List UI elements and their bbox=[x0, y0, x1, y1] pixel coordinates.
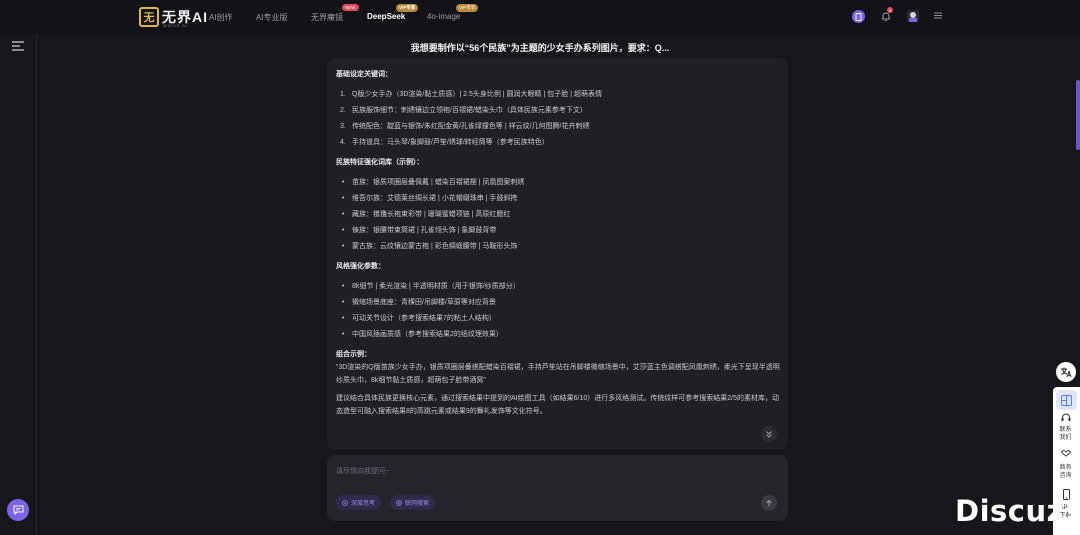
top-bar: 无 无界AI WUJIE AI AI创作 AI专业版 无界魔镜 NEW Deep… bbox=[0, 0, 1080, 34]
atom-icon bbox=[342, 499, 348, 506]
chat-title: 我想要制作以“56个民族”为主题的少女手办系列图片，要求：Q... bbox=[410, 43, 670, 53]
list-item: 3. 传统配色：靛蓝与银饰/朱红配金黄/孔雀绿撞色等 | 祥云纹/几何图腾/花卉刺… bbox=[340, 123, 590, 130]
chip-label: 联网搜索 bbox=[405, 501, 430, 507]
nav-label: 4o-image bbox=[427, 12, 461, 21]
sidebar-toggle-icon[interactable] bbox=[12, 41, 24, 51]
translate-button[interactable] bbox=[1056, 362, 1076, 382]
vip-badge: VIP专享 bbox=[456, 4, 479, 12]
watermark: Discuz! bbox=[955, 494, 1078, 528]
chevron-double-down-icon bbox=[766, 431, 772, 438]
send-button[interactable] bbox=[761, 495, 777, 511]
handshake-icon[interactable] bbox=[1061, 448, 1071, 458]
nav-item-deepseek[interactable]: DeepSeek VIP专享 bbox=[367, 4, 419, 21]
section-heading-keywords: 基础设定关键词： bbox=[336, 71, 392, 78]
translate-icon bbox=[1061, 367, 1072, 378]
nav-label: 无界魔镜 bbox=[311, 13, 343, 22]
closing-paragraph: 建议结合具体民族更换核心元素，通过搜索结果中提到的AI绘图工具（如结果6/10）… bbox=[336, 395, 779, 415]
list-item: 可动关节设计（参考搜索结果7的粘土人结构） bbox=[336, 314, 781, 324]
nav-label: AI创作 bbox=[209, 13, 233, 22]
notification-count: 0 bbox=[887, 7, 893, 13]
arrow-up-icon bbox=[766, 499, 772, 506]
list-item: 2. 民族服饰细节：刺绣镶边立领袍/百褶裙/蜡染头巾（具体民族元素参考下文） bbox=[340, 107, 587, 114]
nav-label: DeepSeek bbox=[367, 12, 406, 21]
nav-label: AI专业版 bbox=[256, 13, 288, 22]
nav-item-magic-mirror[interactable]: 无界魔镜 NEW bbox=[311, 4, 359, 23]
answer-card: 基础设定关键词： 1. Q版少女手办（3D渲染/黏土质感）| 2.5头身比例 | … bbox=[327, 58, 788, 450]
answer-content: 基础设定关键词： 1. Q版少女手办（3D渲染/黏土质感）| 2.5头身比例 | … bbox=[336, 70, 781, 418]
globe-icon bbox=[396, 499, 402, 506]
list-item: 维吾尔族：艾德莱丝绸长裙 | 小花帽缀珠串 | 手鼓斜挎 bbox=[336, 194, 781, 204]
scroll-down-button[interactable] bbox=[761, 426, 777, 442]
logo-mark-icon: 无 bbox=[139, 7, 159, 27]
chat-history-button[interactable] bbox=[7, 499, 29, 521]
avatar[interactable] bbox=[907, 10, 919, 22]
list-item: 1. Q版少女手办（3D渲染/黏土质感）| 2.5头身比例 | 圆润大眼睛 | 包… bbox=[340, 91, 602, 98]
list-item: 蒙古族：云纹镶边蒙古袍 | 彩色绸缎腰带 | 马鞍形头饰 bbox=[336, 242, 781, 252]
web-search-toggle[interactable]: 联网搜索 bbox=[390, 495, 436, 510]
nav-item-ai-create[interactable]: AI创作 bbox=[209, 12, 233, 23]
list-item: 傣族：银腰带束筒裙 | 孔雀翎头饰 | 象脚鼓背带 bbox=[336, 226, 781, 236]
chip-label: 深度思考 bbox=[351, 501, 376, 507]
sidebar-divider bbox=[36, 34, 37, 535]
layout-button[interactable] bbox=[1056, 390, 1077, 410]
list-item: 苗族：银质项圈层叠佩戴 | 蜡染百褶裙摆 | 凤凰图案刺绣 bbox=[336, 178, 781, 188]
scrollbar-thumb[interactable] bbox=[1076, 80, 1080, 150]
ethnic-list: 苗族：银质项圈层叠佩戴 | 蜡染百褶裙摆 | 凤凰图案刺绣 维吾尔族：艾德莱丝绸… bbox=[336, 178, 781, 252]
logo[interactable]: 无 无界AI WUJIE AI bbox=[139, 6, 208, 28]
deep-think-toggle[interactable]: 深度思考 bbox=[336, 495, 382, 510]
layout-icon bbox=[1061, 394, 1072, 406]
bell-icon[interactable]: 0 bbox=[880, 7, 893, 22]
input-card: 深度思考 联网搜索 bbox=[327, 455, 788, 521]
new-badge: NEW bbox=[342, 4, 359, 11]
menu-icon[interactable] bbox=[933, 11, 942, 20]
chat-bubble-icon bbox=[13, 505, 23, 515]
list-item: 中国风插画质感（参考搜索结果2的纸纹理效果） bbox=[336, 330, 781, 340]
section-heading-ethnic: 民族特征强化词库（示例）： bbox=[336, 159, 424, 166]
vip-badge: VIP专享 bbox=[396, 4, 419, 12]
business-inquiry-label[interactable]: 商务 咨询 bbox=[1053, 464, 1078, 480]
headset-icon[interactable] bbox=[1061, 412, 1071, 422]
app-icon[interactable] bbox=[852, 10, 865, 23]
logo-subtext: WUJIE AI bbox=[163, 23, 189, 28]
keywords-list: 1. Q版少女手办（3D渲染/黏土质感）| 2.5头身比例 | 圆润大眼睛 | 包… bbox=[336, 90, 781, 148]
nav-item-ai-pro[interactable]: AI专业版 bbox=[256, 12, 288, 23]
contact-us-label[interactable]: 联系 我们 bbox=[1053, 426, 1078, 442]
list-item: 8k细节 | 柔光渲染 | 半透明材质（用于银饰/纱质部分） bbox=[336, 282, 781, 292]
list-item: 4. 手持道具：马头琴/象脚鼓/芦笙/绣球/转经筒等（参考民族特色） bbox=[340, 139, 549, 146]
list-item: 藏族：氆氇长袍束彩带 | 珊瑚蜜蜡项链 | 高原红腮红 bbox=[336, 210, 781, 220]
style-list: 8k细节 | 柔光渲染 | 半透明材质（用于银饰/纱质部分） 微缩场景底座：青稞… bbox=[336, 282, 781, 340]
section-heading-style: 风格强化参数： bbox=[336, 263, 385, 270]
nav-item-4o-image[interactable]: 4o-image VIP专享 bbox=[427, 4, 479, 21]
section-heading-example: 组合示例： bbox=[336, 351, 371, 358]
prompt-input[interactable] bbox=[336, 464, 766, 478]
list-item: 微缩场景底座：青稞田/吊脚楼/草原等对应背景 bbox=[336, 298, 781, 308]
example-text: “3D渲染的Q版苗族少女手办，银质项圈层叠搭配蜡染百褶裙，手持芦笙站在吊脚楼微缩… bbox=[336, 364, 780, 384]
